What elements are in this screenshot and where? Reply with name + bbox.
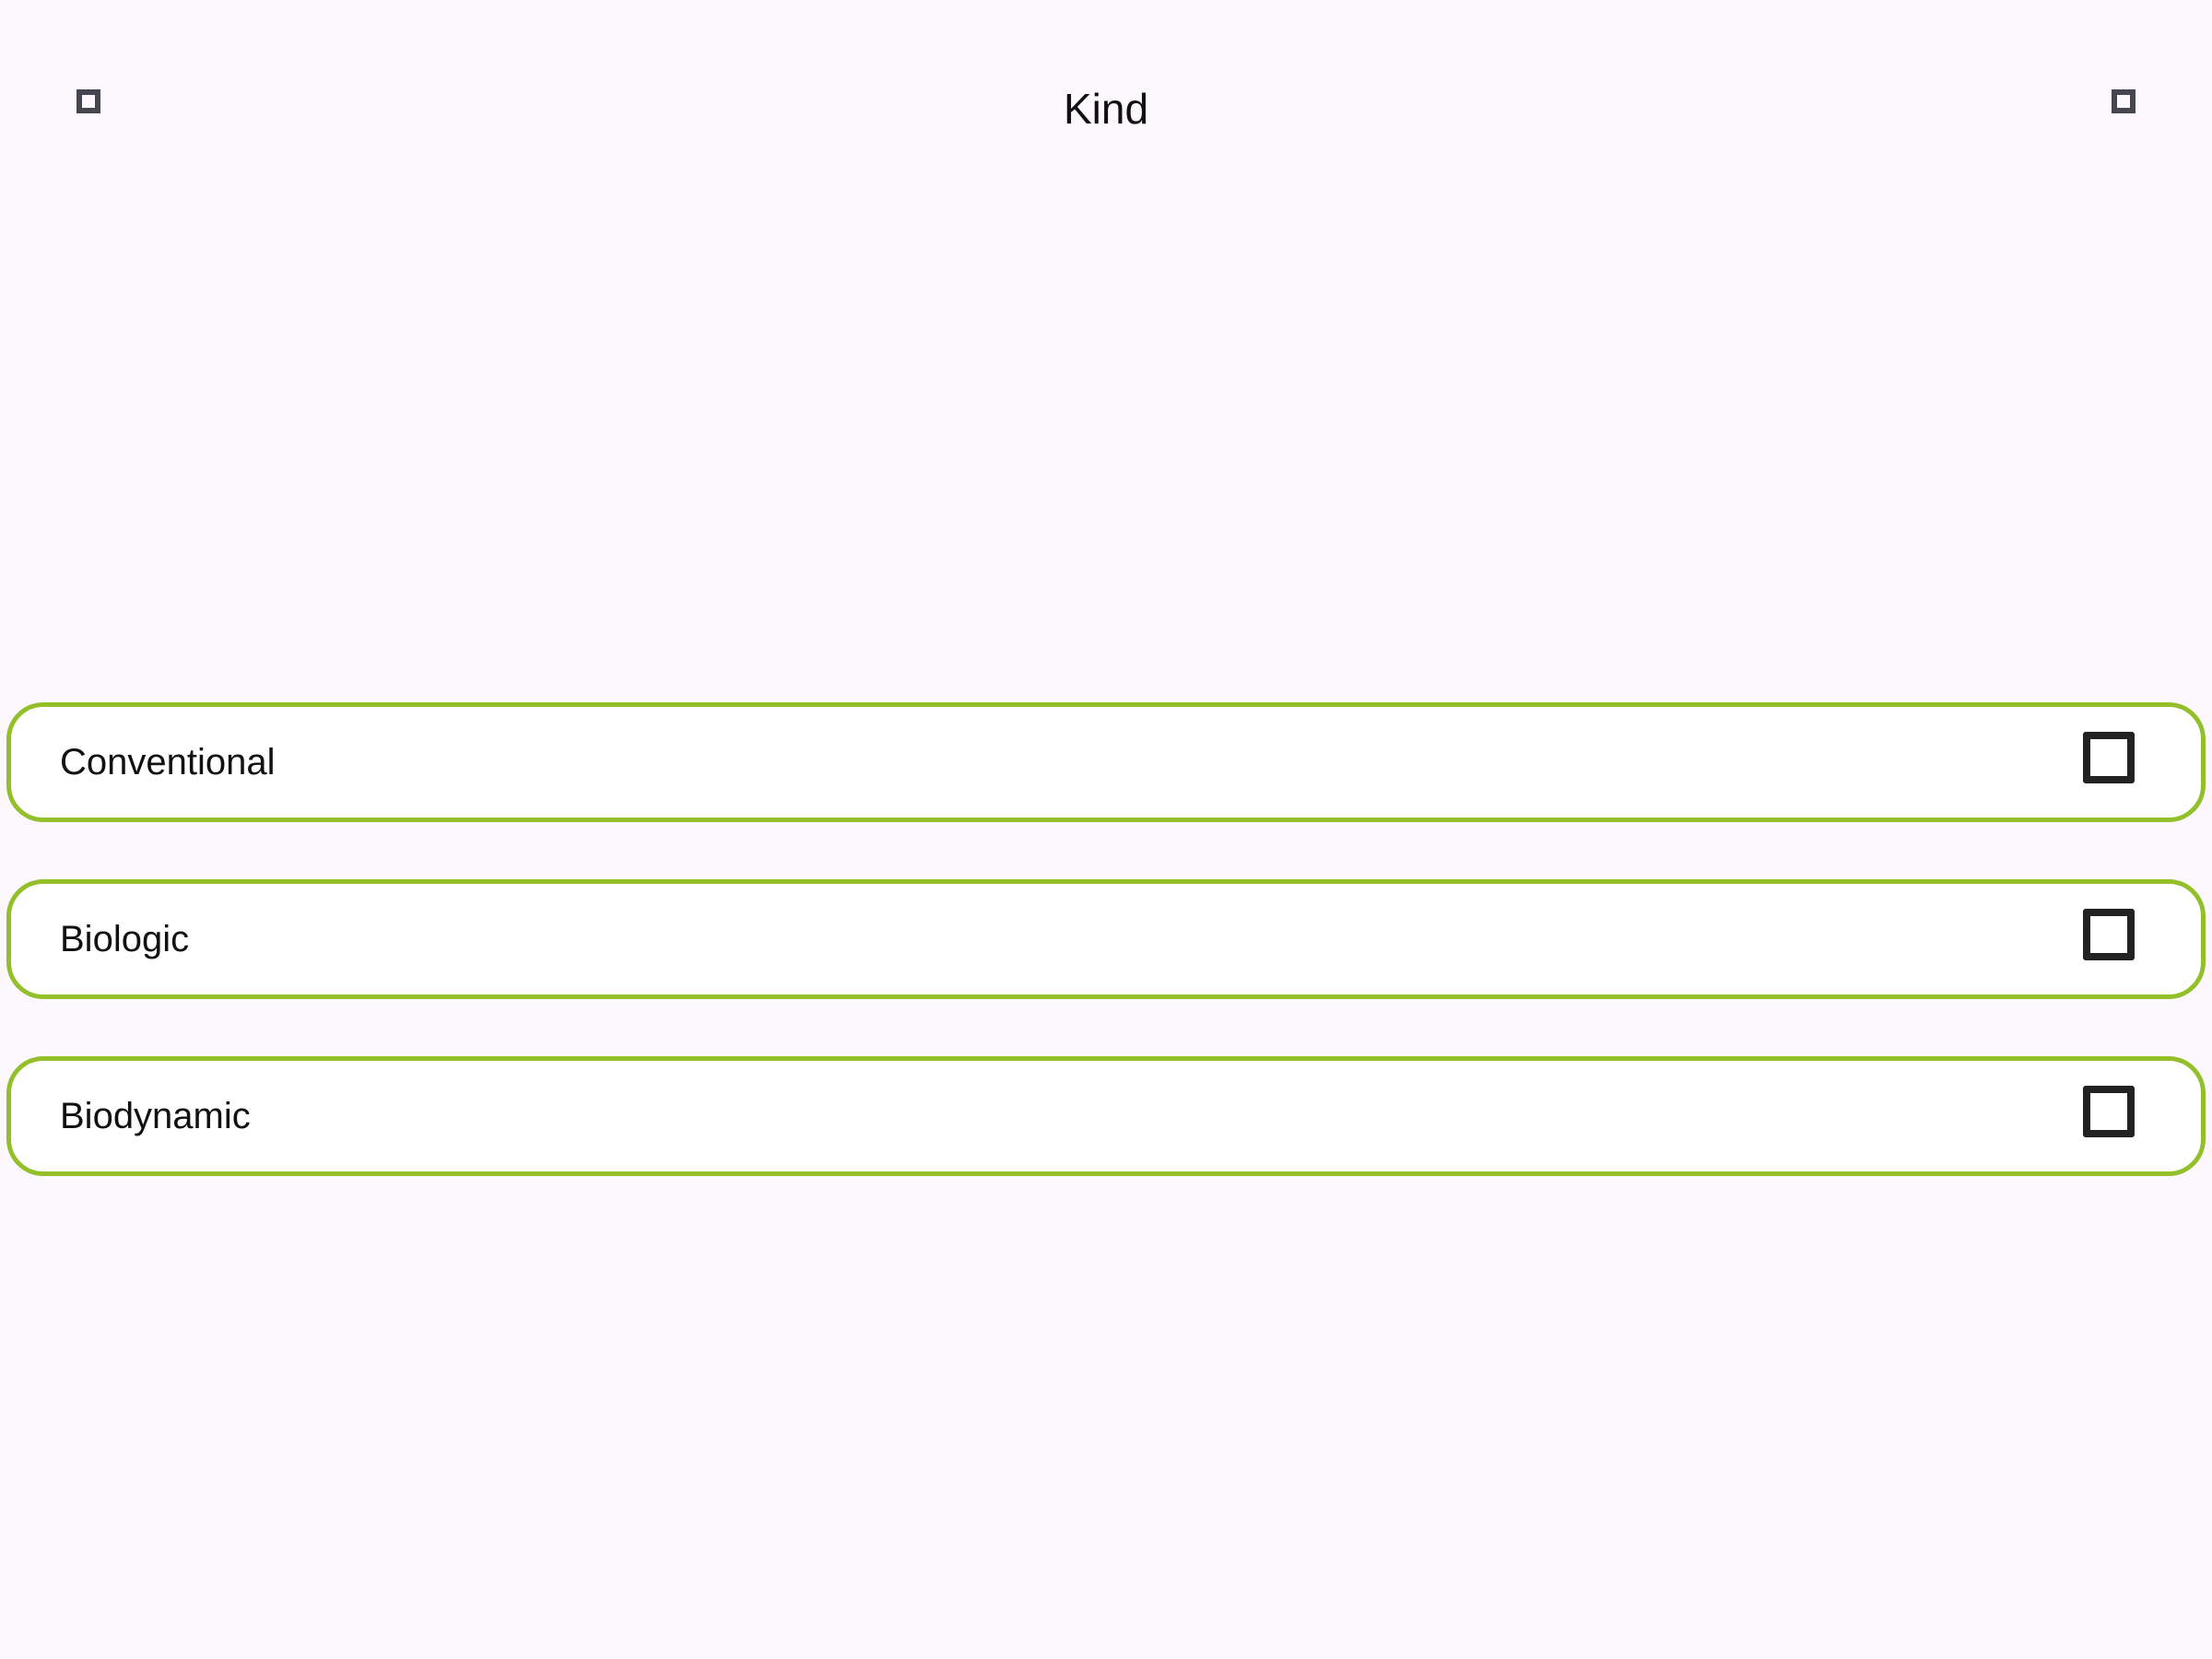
checkbox[interactable] — [2083, 1086, 2135, 1137]
page-title: Kind — [1063, 85, 1149, 133]
action-icon[interactable] — [2112, 89, 2136, 113]
option-conventional[interactable]: Conventional — [6, 702, 2206, 822]
checkbox[interactable] — [2083, 732, 2135, 783]
option-biodynamic[interactable]: Biodynamic — [6, 1056, 2206, 1176]
checkbox[interactable] — [2083, 909, 2135, 960]
top-app-bar: Kind — [0, 0, 2212, 221]
option-biologic[interactable]: Biologic — [6, 879, 2206, 999]
option-label: Biodynamic — [60, 1096, 251, 1136]
option-label: Biologic — [60, 919, 190, 959]
option-label: Conventional — [60, 742, 276, 782]
options-list: Conventional Biologic Biodynamic — [6, 702, 2206, 1233]
